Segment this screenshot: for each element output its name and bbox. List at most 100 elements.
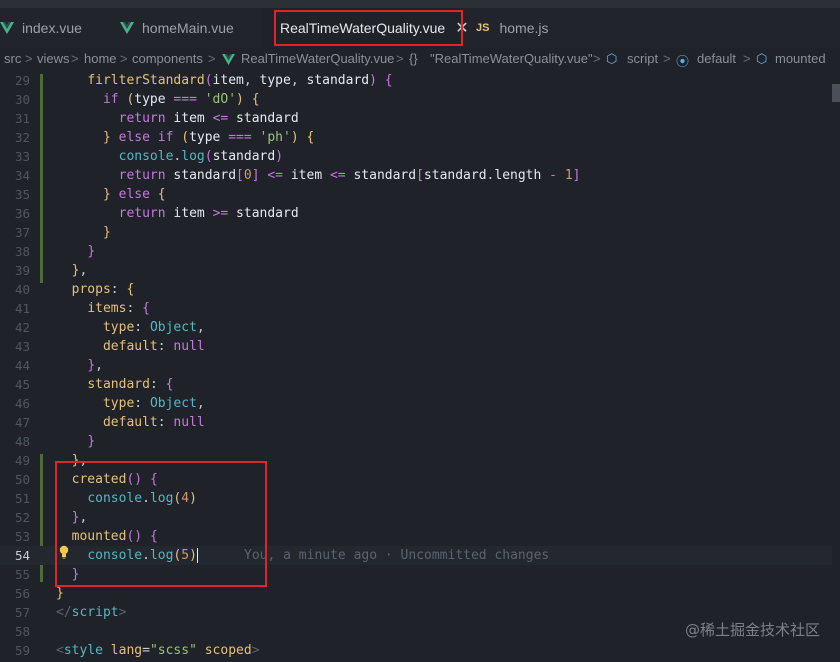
menu-bar xyxy=(0,0,840,8)
code-line: } else if (type === 'ph') { xyxy=(102,130,315,145)
chevron-right-icon: > xyxy=(71,51,79,66)
chevron-right-icon: > xyxy=(25,51,33,66)
chevron-right-icon: > xyxy=(593,51,601,66)
line-number: 56 xyxy=(14,586,30,601)
line-number: 48 xyxy=(14,434,30,449)
tab-label: home.js xyxy=(499,20,549,36)
tab-label: homeMain.vue xyxy=(142,20,234,36)
line-number: 44 xyxy=(14,358,30,373)
vue-icon xyxy=(222,54,235,65)
git-blame-annotation: You, a minute ago · Uncommitted changes xyxy=(244,548,550,563)
line-number: 49 xyxy=(14,453,30,468)
code-line: return item <= standard xyxy=(118,111,299,126)
crumb-file[interactable]: RealTimeWaterQuality.vue xyxy=(241,51,394,66)
line-number: 30 xyxy=(14,92,30,107)
line-number: 35 xyxy=(14,187,30,202)
code-line: firlterStandard(item, type, standard) { xyxy=(87,73,393,88)
watermark: @稀土掘金技术社区 xyxy=(684,621,820,639)
line-number: 37 xyxy=(14,225,30,240)
code-line: if (type === 'dO') { xyxy=(102,92,260,107)
code-line: return standard[0] <= item <= standard[s… xyxy=(118,168,581,183)
braces-icon: {} xyxy=(409,51,418,66)
close-icon[interactable]: ✕ xyxy=(455,18,468,38)
code-line: console.log(4) xyxy=(87,491,197,506)
editor-tab-bar: index.vue homeMain.vue RealTimeWaterQual… xyxy=(0,8,840,49)
code-editor[interactable]: 29 firlterStandard(item, type, standard)… xyxy=(0,70,840,662)
breadcrumb: src > views > home > components > RealTi… xyxy=(0,48,840,70)
tab-label: RealTimeWaterQuality.vue xyxy=(280,20,446,36)
code-line: mounted() { xyxy=(71,529,158,544)
code-line: } xyxy=(87,434,96,449)
crumb-component[interactable]: "RealTimeWaterQuality.vue" xyxy=(430,51,593,66)
tab-index-vue[interactable]: index.vue xyxy=(0,8,100,48)
code-line: console.log(standard) xyxy=(118,149,284,164)
vue-icon xyxy=(120,22,134,34)
line-number: 29 xyxy=(14,73,30,88)
object-icon: ⦿ xyxy=(676,54,690,69)
line-number: 42 xyxy=(14,320,30,335)
line-number: 41 xyxy=(14,301,30,316)
tab-homemain-vue[interactable]: homeMain.vue xyxy=(120,8,260,48)
crumb-home[interactable]: home xyxy=(84,51,117,66)
current-line: 54 console.log(5) You, a minute ago · Unc… xyxy=(0,546,832,565)
line-number: 47 xyxy=(14,415,30,430)
code-line: } xyxy=(87,244,96,259)
chevron-right-icon: > xyxy=(663,51,671,66)
line-number: 52 xyxy=(14,510,30,525)
line-number: 51 xyxy=(14,491,30,506)
lightbulb-icon[interactable] xyxy=(59,545,69,559)
crumb-script[interactable]: script xyxy=(627,51,658,66)
crumb-components[interactable]: components xyxy=(132,51,203,66)
code-line: }, xyxy=(71,453,88,468)
scrollbar-thumb[interactable] xyxy=(832,84,840,102)
line-number: 40 xyxy=(14,282,30,297)
code-line: <style lang="scss" scoped> xyxy=(56,643,260,658)
code-line: console.log(5) xyxy=(87,548,198,563)
chevron-right-icon: > xyxy=(396,51,404,66)
tab-realtimewaterquality-vue[interactable]: RealTimeWaterQuality.vue ✕ xyxy=(262,8,469,48)
vue-icon xyxy=(0,22,14,34)
code-line: } xyxy=(71,567,80,582)
code-line: } xyxy=(102,225,111,240)
line-number: 43 xyxy=(14,339,30,354)
cube-icon: ⬡ xyxy=(606,51,618,66)
code-line: default: null xyxy=(102,339,205,354)
code-line: } xyxy=(56,586,64,601)
line-number: 53 xyxy=(14,529,30,544)
js-icon: JS xyxy=(476,22,490,34)
chevron-right-icon: > xyxy=(208,51,216,66)
line-number: 33 xyxy=(14,149,30,164)
code-line: standard: { xyxy=(87,377,174,392)
line-number: 32 xyxy=(14,130,30,145)
crumb-mounted[interactable]: mounted xyxy=(775,51,826,66)
tab-home-js[interactable]: JS home.js xyxy=(476,8,576,48)
line-number: 46 xyxy=(14,396,30,411)
chevron-right-icon: > xyxy=(743,51,751,66)
code-line: } else { xyxy=(102,187,166,202)
code-line: return item >= standard xyxy=(118,206,299,221)
line-number: 31 xyxy=(14,111,30,126)
line-number: 38 xyxy=(14,244,30,259)
cube-icon: ⬡ xyxy=(756,51,768,66)
line-number: 50 xyxy=(14,472,30,487)
tab-label: index.vue xyxy=(22,20,82,36)
code-line: created() { xyxy=(71,472,158,487)
line-number: 58 xyxy=(14,624,30,639)
code-line: </script> xyxy=(56,605,127,620)
line-number: 59 xyxy=(14,643,30,658)
chevron-right-icon: > xyxy=(120,51,128,66)
line-number: 55 xyxy=(14,567,30,582)
crumb-views[interactable]: views xyxy=(37,51,70,66)
line-number: 39 xyxy=(14,263,30,278)
code-line: items: { xyxy=(87,301,150,316)
line-number: 45 xyxy=(14,377,30,392)
code-line: type: Object, xyxy=(102,396,205,411)
code-line: default: null xyxy=(102,415,205,430)
line-number: 34 xyxy=(14,168,30,183)
code-line: }, xyxy=(71,263,88,278)
code-line: props: { xyxy=(71,282,135,297)
line-number: 54 xyxy=(14,548,30,563)
crumb-src[interactable]: src xyxy=(4,51,21,66)
crumb-default[interactable]: default xyxy=(697,51,736,66)
line-number: 57 xyxy=(14,605,30,620)
